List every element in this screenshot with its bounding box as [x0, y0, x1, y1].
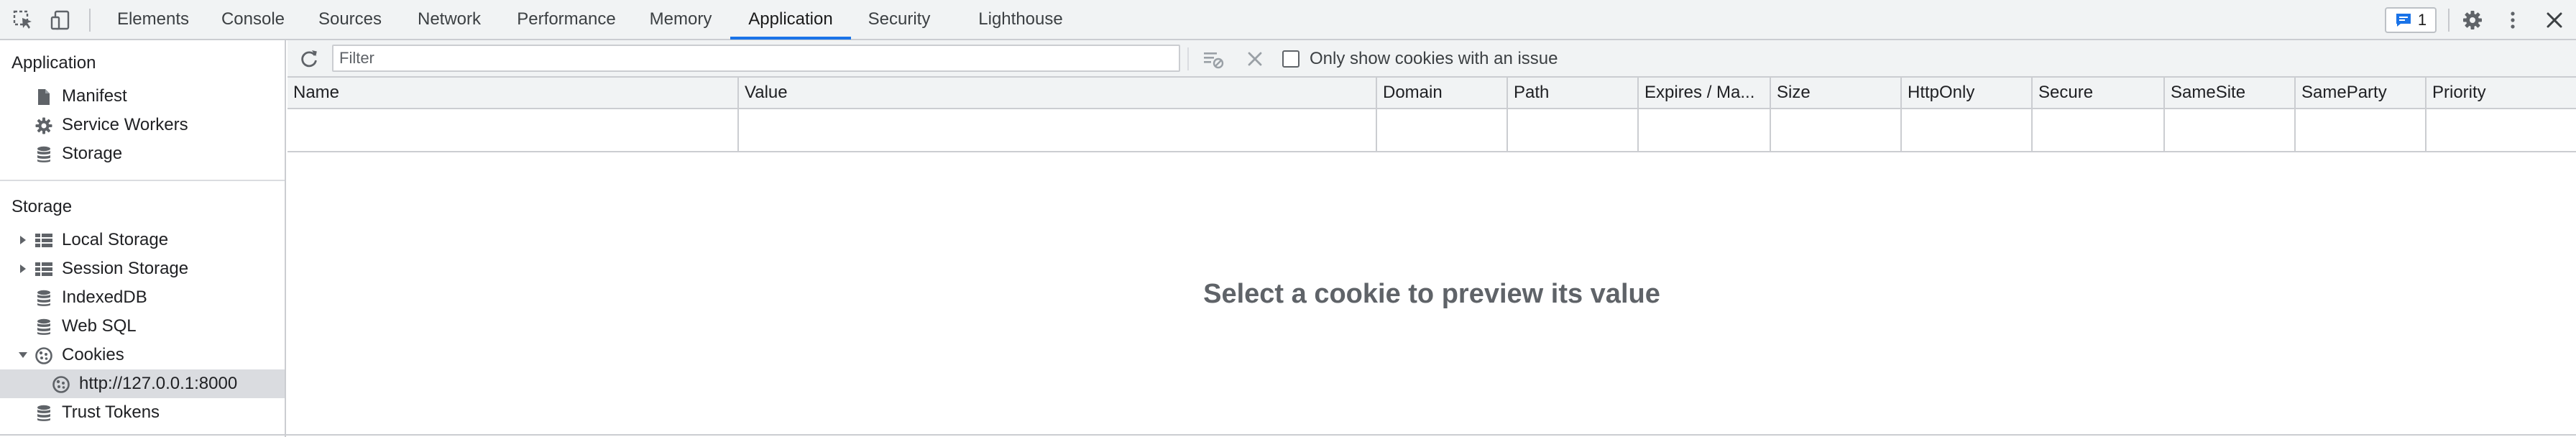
gear-icon — [35, 117, 52, 134]
column-header-name[interactable]: Name — [288, 78, 737, 108]
table-cell — [288, 109, 737, 151]
database-icon — [37, 318, 50, 335]
database-icon — [37, 290, 50, 306]
sidebar-item-local-storage[interactable]: Local Storage — [0, 226, 285, 254]
table-cell — [737, 109, 1376, 151]
delete-selected-icon[interactable] — [1243, 47, 1266, 70]
sidebar-item-label: Web SQL — [62, 316, 137, 336]
column-header-secure[interactable]: Secure — [2031, 78, 2163, 108]
inspect-element-icon[interactable] — [10, 7, 36, 33]
tab-lighthouse[interactable]: Lighthouse — [976, 0, 1065, 39]
sidebar-heading-storage: Storage — [12, 197, 73, 216]
cookie-icon — [52, 376, 70, 393]
grid-icon — [35, 262, 52, 276]
tab-application[interactable]: Application — [730, 0, 851, 39]
table-cell — [2425, 109, 2576, 151]
sidebar-item-service-workers[interactable]: Service Workers — [0, 111, 285, 139]
issues-count: 1 — [2417, 11, 2427, 29]
sidebar-divider — [0, 180, 285, 181]
sidebar-item-label: http://127.0.0.1:8000 — [79, 374, 238, 393]
tab-sources[interactable]: Sources — [317, 0, 383, 39]
cookies-table: Name Value Domain Path Expires / Ma... S… — [288, 78, 2576, 152]
column-header-value[interactable]: Value — [737, 78, 1376, 108]
sidebar-item-cookie-origin[interactable]: http://127.0.0.1:8000 — [0, 369, 285, 398]
column-header-sameparty[interactable]: SameParty — [2294, 78, 2425, 108]
sidebar-item-indexeddb[interactable]: IndexedDB — [0, 283, 285, 312]
preview-placeholder-message: Select a cookie to preview its value — [1203, 278, 1660, 309]
table-cell — [1506, 109, 1637, 151]
filter-input[interactable] — [332, 45, 1180, 72]
table-cell — [2163, 109, 2294, 151]
table-cell — [2031, 109, 2163, 151]
table-cell — [1376, 109, 1506, 151]
message-icon — [2396, 14, 2411, 27]
sidebar-item-storage-overview[interactable]: Storage — [0, 139, 285, 168]
only-issues-label: Only show cookies with an issue — [1310, 49, 1558, 68]
database-icon — [37, 405, 50, 421]
sidebar-item-label: Cookies — [62, 345, 124, 364]
table-cell — [1900, 109, 2031, 151]
devtools-tab-bar: Elements Console Sources Network Perform… — [0, 0, 2576, 40]
collapse-arrow-icon[interactable] — [17, 349, 29, 361]
toolbar-divider — [2448, 9, 2450, 32]
sidebar-item-label: IndexedDB — [62, 288, 147, 307]
expand-arrow-icon[interactable] — [17, 234, 29, 246]
sidebar-item-label: Service Workers — [62, 115, 188, 134]
column-header-samesite[interactable]: SameSite — [2163, 78, 2294, 108]
file-icon — [38, 89, 50, 105]
table-row[interactable] — [288, 109, 2576, 151]
sidebar-item-label: Local Storage — [62, 230, 169, 249]
cookie-preview-pane: Select a cookie to preview its value — [288, 154, 2576, 434]
column-header-path[interactable]: Path — [1506, 78, 1637, 108]
table-cell — [1770, 109, 1900, 151]
device-toolbar-icon[interactable] — [47, 7, 73, 33]
settings-gear-icon[interactable] — [2460, 7, 2485, 33]
cookies-toolbar: Only show cookies with an issue — [288, 40, 2576, 78]
close-devtools-icon[interactable] — [2542, 7, 2567, 33]
application-sidebar: Application Manifest Service Workers Sto… — [0, 40, 286, 437]
tab-memory[interactable]: Memory — [648, 0, 714, 39]
sidebar-item-session-storage[interactable]: Session Storage — [0, 254, 285, 283]
toolbar-divider — [1187, 47, 1189, 70]
column-header-size[interactable]: Size — [1770, 78, 1900, 108]
tab-security[interactable]: Security — [867, 0, 932, 39]
tab-network[interactable]: Network — [415, 0, 483, 39]
sidebar-item-trust-tokens[interactable]: Trust Tokens — [0, 398, 285, 427]
refresh-icon[interactable] — [298, 47, 321, 70]
sidebar-item-label: Session Storage — [62, 259, 189, 278]
grid-icon — [35, 234, 52, 247]
tab-elements[interactable]: Elements — [115, 0, 191, 39]
table-cell — [1637, 109, 1770, 151]
column-header-httponly[interactable]: HttpOnly — [1900, 78, 2031, 108]
only-issues-checkbox[interactable] — [1282, 50, 1300, 68]
toolbar-divider — [89, 9, 91, 32]
tab-console[interactable]: Console — [219, 0, 287, 39]
column-header-expires[interactable]: Expires / Ma... — [1637, 78, 1770, 108]
sidebar-item-label: Manifest — [62, 86, 127, 106]
active-tab-indicator — [730, 37, 851, 40]
panel-bottom-border — [0, 434, 2576, 436]
table-cell — [2294, 109, 2425, 151]
sidebar-item-cookies[interactable]: Cookies — [0, 341, 285, 369]
sidebar-item-label: Trust Tokens — [62, 402, 160, 422]
sidebar-item-label: Storage — [62, 144, 123, 163]
issues-counter-button[interactable]: 1 — [2385, 7, 2437, 33]
cookie-icon — [35, 347, 52, 364]
column-header-priority[interactable]: Priority — [2425, 78, 2576, 108]
more-options-icon[interactable] — [2500, 7, 2526, 33]
database-icon — [37, 146, 50, 162]
sidebar-heading-application: Application — [12, 53, 96, 73]
column-header-domain[interactable]: Domain — [1376, 78, 1506, 108]
expand-arrow-icon[interactable] — [17, 263, 29, 275]
clear-filtered-cookies-icon[interactable] — [1202, 47, 1225, 70]
sidebar-item-manifest[interactable]: Manifest — [0, 82, 285, 111]
sidebar-item-web-sql[interactable]: Web SQL — [0, 312, 285, 341]
table-header: Name Value Domain Path Expires / Ma... S… — [288, 78, 2576, 109]
tab-performance[interactable]: Performance — [515, 0, 618, 39]
